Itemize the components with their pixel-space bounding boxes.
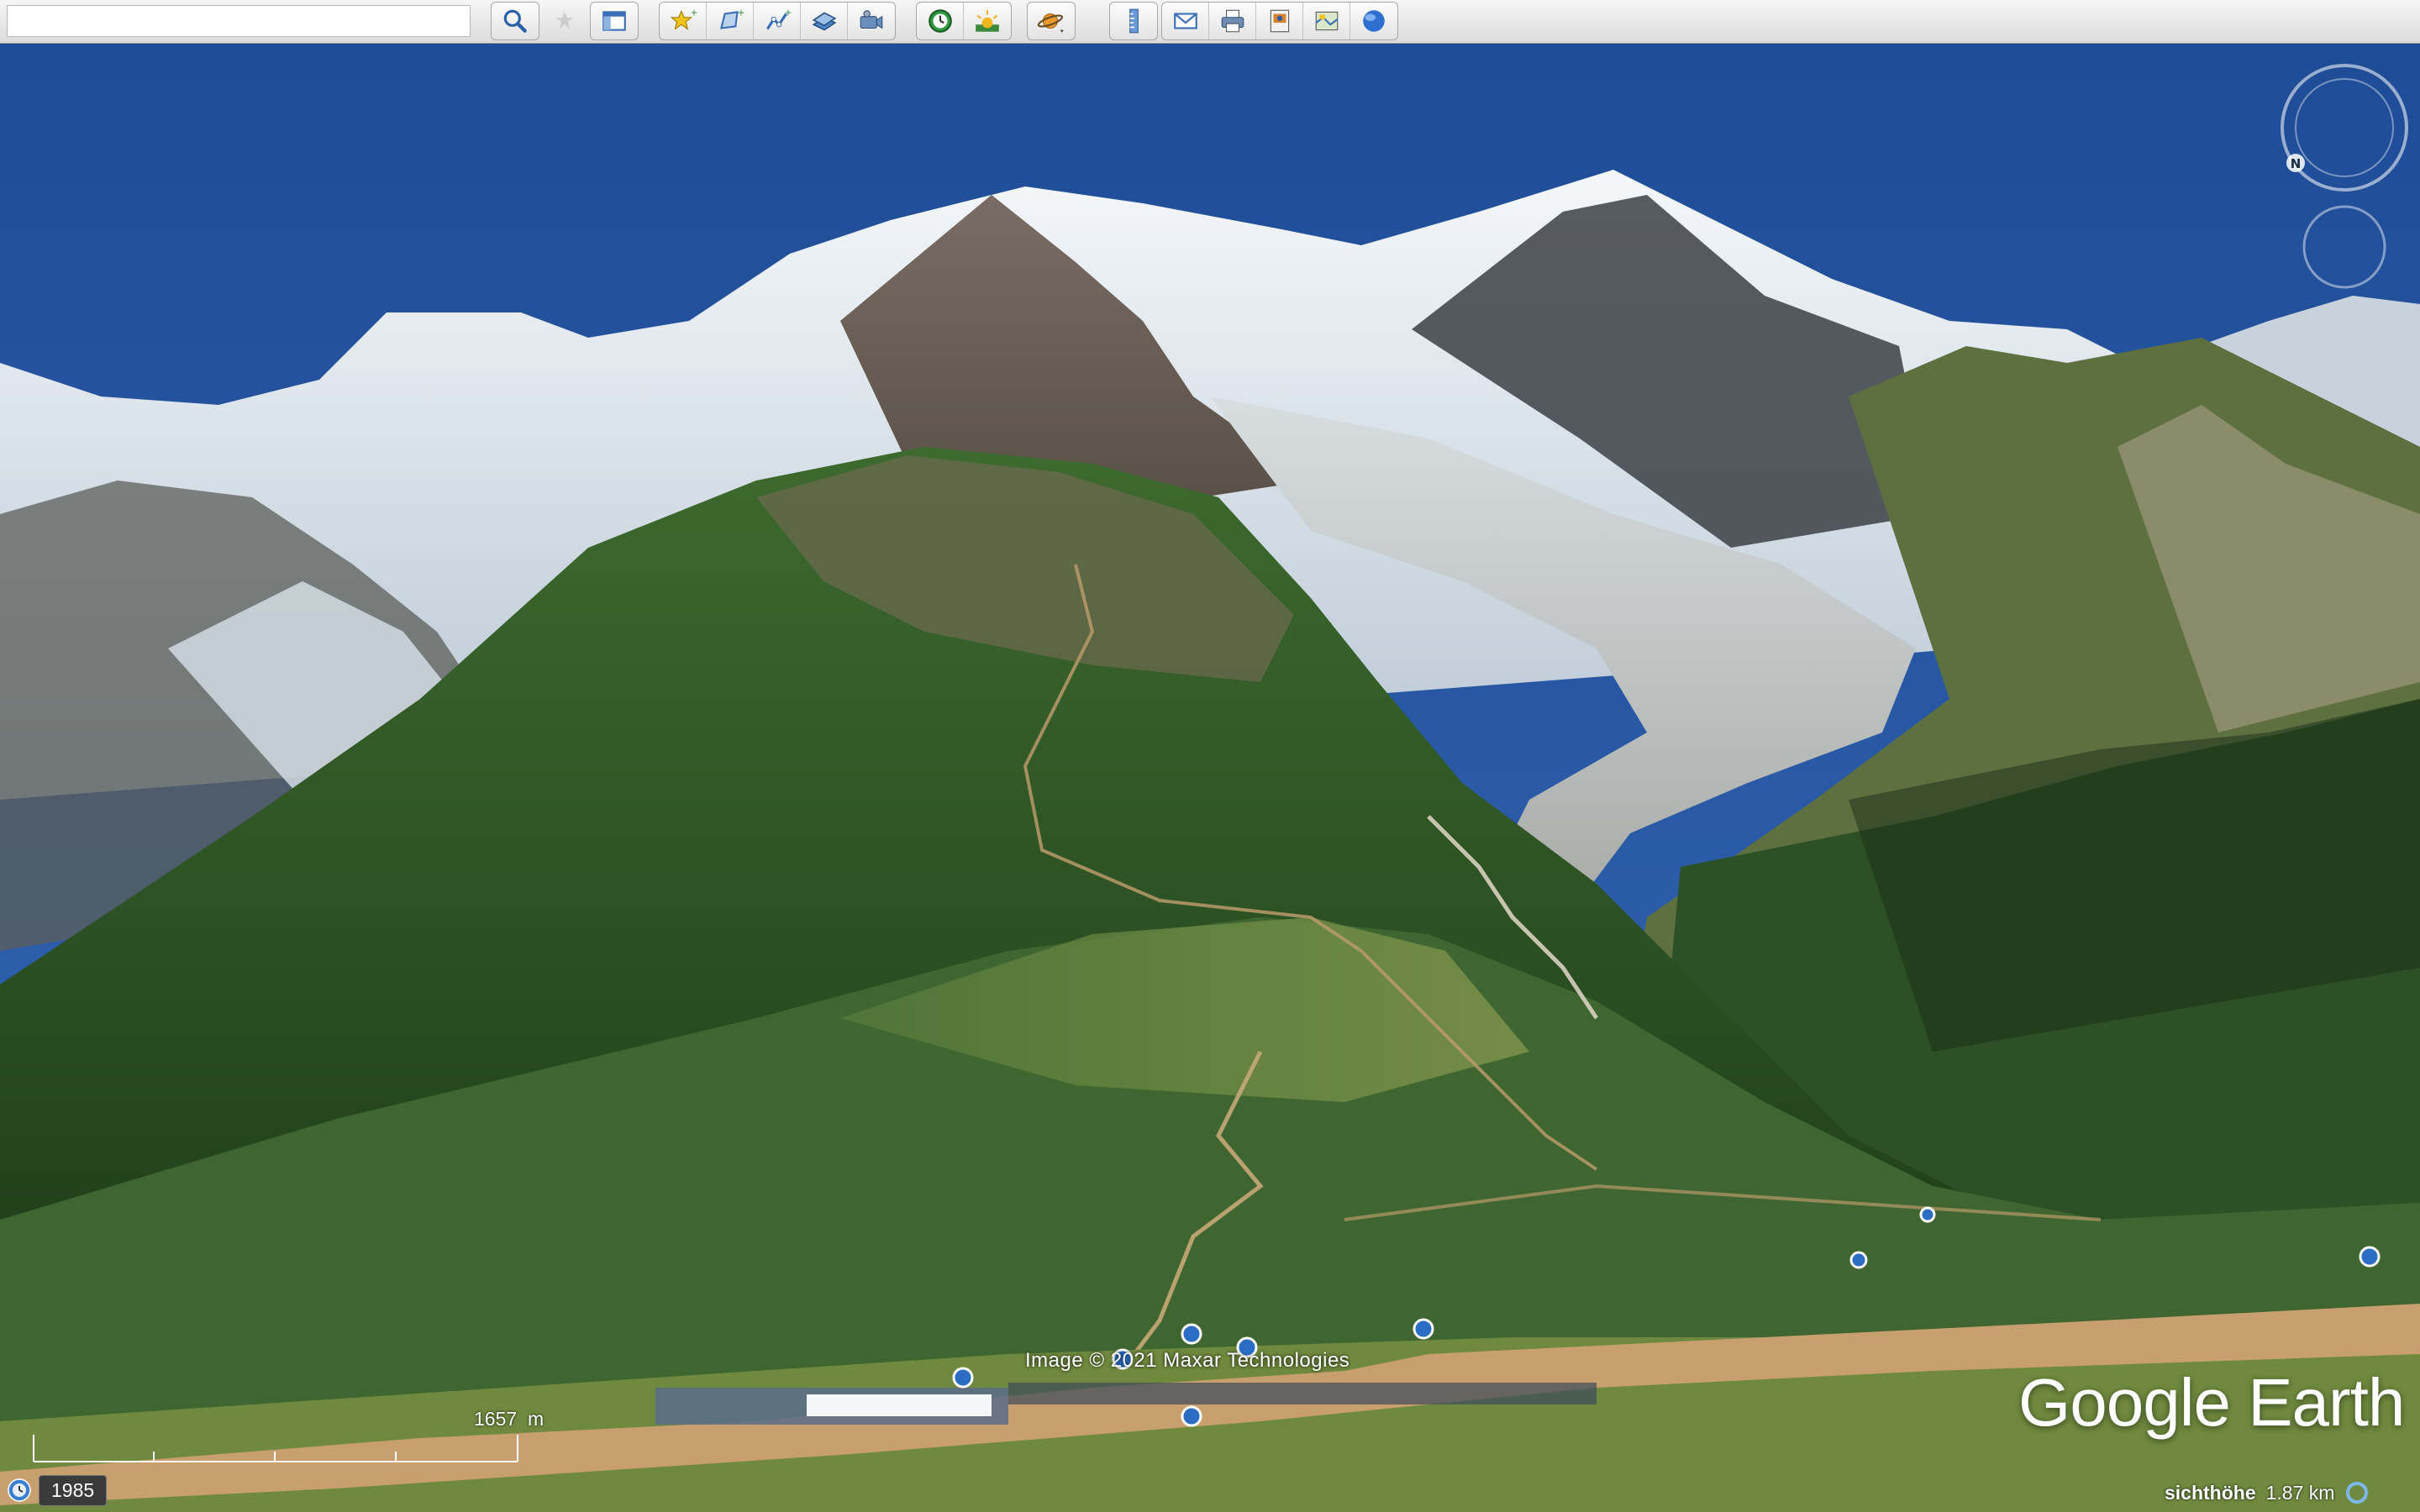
earth-gallery-icon <box>1363 10 1385 32</box>
view-in-maps-button[interactable] <box>1303 3 1350 39</box>
historical-imagery-bar: 1985 <box>7 1474 108 1506</box>
historical-imagery-button[interactable] <box>917 3 964 39</box>
scale-unit: m <box>527 1408 544 1430</box>
save-image-button[interactable] <box>1256 3 1303 39</box>
svg-text:+: + <box>784 8 792 18</box>
search-button-group <box>491 2 539 40</box>
svg-text:+: + <box>737 8 744 18</box>
scale-label: 1657 m <box>474 1408 544 1431</box>
view-in-maps-icon <box>1315 11 1338 31</box>
navigation-controls: N <box>2281 64 2408 289</box>
clock-icon[interactable] <box>7 1478 32 1503</box>
earth-gallery-button[interactable] <box>1350 3 1397 39</box>
look-joystick[interactable]: N <box>2281 64 2408 192</box>
planets-group <box>1027 2 1076 40</box>
imagery-credit: Image © 2021 Maxar Technologies <box>1025 1349 1350 1372</box>
toolbar: + + + <box>0 0 2420 44</box>
print-button[interactable] <box>1209 3 1256 39</box>
view-tools-group <box>916 2 1012 40</box>
email-button[interactable] <box>1162 3 1209 39</box>
add-path-button[interactable]: + <box>754 3 801 39</box>
add-image-overlay-button[interactable] <box>801 3 848 39</box>
altitude-value: 1.87 km <box>2265 1481 2335 1504</box>
compass-north-label[interactable]: N <box>2291 156 2302 171</box>
ruler-group <box>1109 2 1158 40</box>
altitude-readout: sichthöhe 1.87 km <box>2165 1480 2370 1505</box>
sidebar-button-group <box>590 2 639 40</box>
add-polygon-icon: + <box>719 8 744 29</box>
share-tools-group <box>1161 2 1398 40</box>
record-tour-button[interactable] <box>848 3 895 39</box>
add-placemark-button[interactable]: + <box>660 3 707 39</box>
sidebar-toggle-button[interactable] <box>591 3 638 39</box>
planets-button[interactable] <box>1028 3 1075 39</box>
sunlight-icon <box>976 10 999 32</box>
add-polygon-button[interactable]: + <box>707 3 754 39</box>
add-path-icon: + <box>765 8 792 30</box>
imagery-year[interactable]: 1985 <box>39 1474 108 1506</box>
print-icon <box>1221 9 1244 33</box>
map-view[interactable] <box>0 44 2420 1512</box>
planets-icon <box>1037 13 1064 33</box>
add-image-overlay-icon <box>812 12 836 31</box>
ruler-button[interactable] <box>1110 3 1157 39</box>
save-image-icon <box>1270 9 1289 33</box>
sunlight-button[interactable] <box>964 3 1011 39</box>
email-icon <box>1173 13 1197 29</box>
disabled-star-icon <box>556 12 573 29</box>
scale-bar <box>33 1435 518 1462</box>
search-icon <box>503 9 527 33</box>
svg-text:+: + <box>690 8 697 18</box>
record-tour-icon <box>860 10 883 29</box>
scale-value: 1657 <box>474 1408 518 1430</box>
ruler-icon <box>1129 8 1139 34</box>
search-input[interactable] <box>7 5 471 37</box>
add-placemark-icon: + <box>670 8 697 30</box>
historical-imagery-icon <box>928 9 952 33</box>
add-tools-group: + + + <box>659 2 896 40</box>
search-button[interactable] <box>492 3 539 39</box>
google-earth-logo: Google Earth <box>2018 1365 2405 1440</box>
sidebar-toggle-icon <box>602 11 626 31</box>
loading-status-icon <box>2346 1482 2369 1504</box>
move-joystick[interactable] <box>2302 205 2386 289</box>
altitude-label: sichthöhe <box>2165 1481 2256 1504</box>
terrain-scene <box>0 44 2420 1512</box>
